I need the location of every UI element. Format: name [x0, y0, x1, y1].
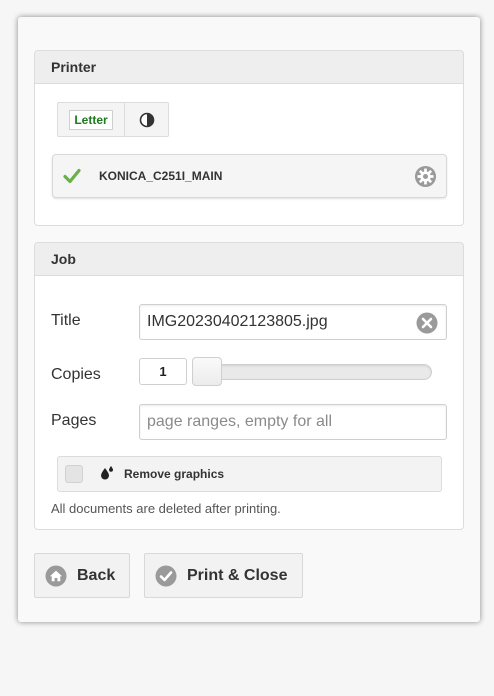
printer-name: KONICA_C251I_MAIN: [99, 169, 223, 183]
job-panel: Job Title Copies 1 Pages Remove graphics…: [34, 242, 464, 530]
job-panel-header: Job: [35, 243, 463, 276]
back-button-label: Back: [77, 566, 116, 584]
clear-icon[interactable]: [416, 312, 438, 334]
print-close-button-label: Print & Close: [187, 566, 288, 584]
print-dialog: Printer Letter KONICA_C251I_MAIN Job Tit…: [18, 17, 480, 622]
copies-slider-handle[interactable]: [192, 357, 222, 386]
copies-slider-track[interactable]: [194, 364, 432, 380]
deletion-note: All documents are deleted after printing…: [51, 501, 281, 516]
check-circle-icon: [155, 565, 177, 587]
pages-label: Pages: [51, 412, 97, 429]
back-button[interactable]: Back: [34, 553, 130, 598]
remove-graphics-label: Remove graphics: [124, 467, 225, 481]
copies-label: Copies: [51, 366, 101, 383]
printer-panel-header: Printer: [35, 51, 463, 84]
half-circle-icon: [139, 112, 154, 127]
remove-graphics-checkbox[interactable]: [65, 465, 83, 483]
title-input[interactable]: [139, 304, 447, 340]
printer-select-row[interactable]: KONICA_C251I_MAIN: [52, 154, 447, 198]
gear-icon[interactable]: [414, 165, 437, 188]
print-close-button[interactable]: Print & Close: [144, 553, 303, 598]
remove-graphics-option[interactable]: Remove graphics: [57, 456, 442, 492]
paper-size-label: Letter: [69, 109, 113, 130]
copies-input[interactable]: 1: [139, 358, 187, 385]
drops-icon: [101, 466, 113, 480]
paper-size-button[interactable]: Letter: [58, 103, 125, 136]
check-icon: [63, 168, 81, 184]
home-icon: [45, 565, 67, 587]
printer-panel: Printer Letter KONICA_C251I_MAIN: [34, 50, 464, 226]
paper-toggle-group: Letter: [57, 102, 169, 137]
pages-input[interactable]: [139, 404, 447, 440]
title-label: Title: [51, 312, 81, 329]
color-mode-button[interactable]: [125, 103, 168, 136]
